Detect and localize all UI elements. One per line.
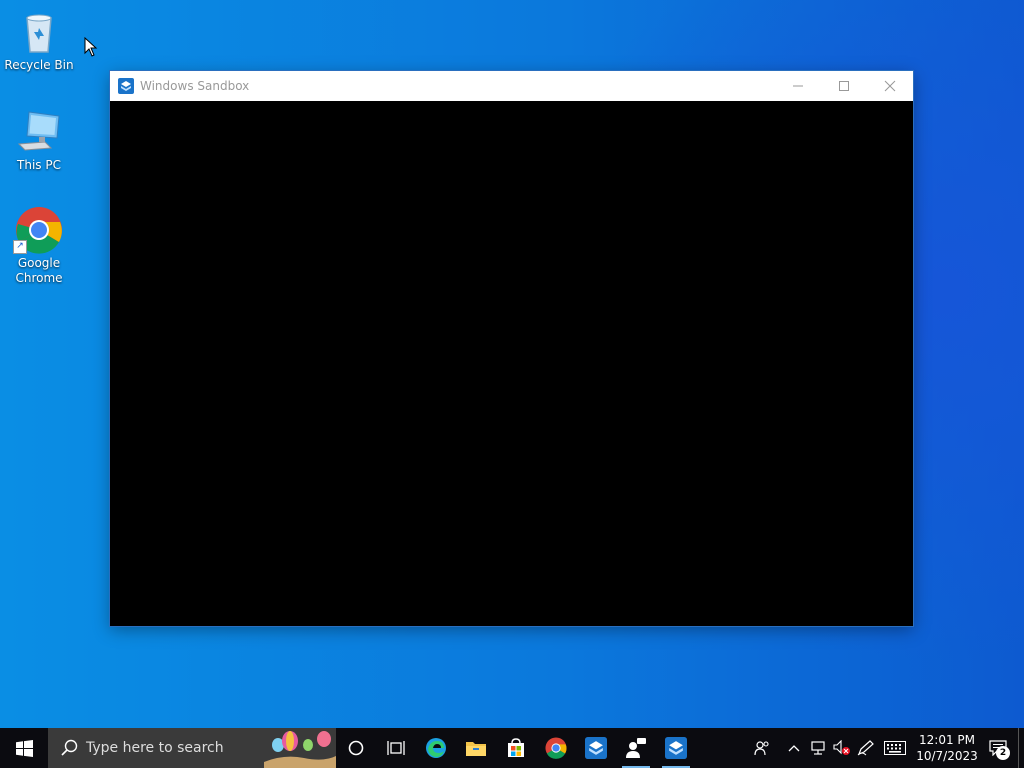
system-tray: 12:01 PM 10/7/2023 2 <box>742 728 1024 768</box>
volume-muted-icon <box>833 740 850 755</box>
maximize-button[interactable] <box>821 71 867 101</box>
cortana-icon <box>348 740 364 756</box>
network-icon <box>811 741 825 755</box>
edge-icon <box>426 738 446 758</box>
feedback-hub-button[interactable] <box>616 728 656 768</box>
minimize-icon <box>793 85 803 87</box>
chrome-icon <box>545 737 567 759</box>
chevron-up-icon <box>788 745 800 752</box>
sandbox-window[interactable]: Windows Sandbox <box>110 71 913 626</box>
chrome-icon: ↗ <box>13 206 63 254</box>
clock-date: 10/7/2023 <box>916 749 978 763</box>
volume-button[interactable] <box>830 728 854 768</box>
google-chrome-label: Google Chrome <box>15 256 63 285</box>
sandbox-icon <box>665 737 687 759</box>
taskbar: Type here to search 12:01 PM 10/7/2023 2 <box>0 728 1024 768</box>
search-placeholder: Type here to search <box>86 740 224 756</box>
folder-icon <box>466 742 486 756</box>
window-title: Windows Sandbox <box>140 79 250 93</box>
sandbox-icon <box>585 737 607 759</box>
task-view-icon <box>387 741 405 755</box>
search-icon <box>61 739 78 756</box>
computer-icon <box>15 108 63 156</box>
close-icon <box>884 80 896 92</box>
start-button[interactable] <box>0 728 48 768</box>
window-titlebar[interactable]: Windows Sandbox <box>110 71 913 101</box>
shortcut-arrow-icon: ↗ <box>13 240 27 254</box>
people-button[interactable] <box>742 728 782 768</box>
recycle-bin-label: Recycle Bin <box>4 58 74 72</box>
network-button[interactable] <box>806 728 830 768</box>
search-box[interactable]: Type here to search <box>48 728 336 768</box>
feedback-hub-icon <box>626 738 646 758</box>
maximize-icon <box>839 81 849 91</box>
chrome-taskbar-button[interactable] <box>536 728 576 768</box>
desktop-icon-recycle-bin[interactable]: Recycle Bin <box>0 8 78 73</box>
close-button[interactable] <box>867 71 913 101</box>
show-hidden-icons-button[interactable] <box>782 728 806 768</box>
sandbox-taskbar-button-1[interactable] <box>576 728 616 768</box>
task-view-button[interactable] <box>376 728 416 768</box>
keyboard-icon <box>884 741 906 755</box>
this-pc-label: This PC <box>17 158 61 172</box>
pen-workspace-button[interactable] <box>854 728 878 768</box>
desktop-icon-this-pc[interactable]: This PC <box>0 108 78 173</box>
search-highlight-balloons-icon <box>264 731 336 768</box>
cortana-button[interactable] <box>336 728 376 768</box>
pen-icon <box>857 740 874 756</box>
clock-time: 12:01 PM <box>919 733 975 747</box>
sandbox-app-icon <box>118 78 134 94</box>
windows-logo-icon <box>15 739 33 757</box>
notification-count-badge: 2 <box>996 746 1010 760</box>
show-desktop-button[interactable] <box>1018 728 1024 768</box>
people-icon <box>754 741 769 756</box>
sandbox-taskbar-button-2[interactable] <box>656 728 696 768</box>
action-center-button[interactable]: 2 <box>978 728 1018 768</box>
minimize-button[interactable] <box>775 71 821 101</box>
edge-button[interactable] <box>416 728 456 768</box>
store-bag-icon <box>508 738 524 757</box>
file-explorer-button[interactable] <box>456 728 496 768</box>
sandbox-content-area[interactable] <box>110 101 913 626</box>
desktop-icon-google-chrome[interactable]: ↗ Google Chrome <box>0 206 78 286</box>
clock[interactable]: 12:01 PM 10/7/2023 <box>916 732 978 764</box>
microsoft-store-button[interactable] <box>496 728 536 768</box>
recycle-bin-icon <box>15 8 63 56</box>
touch-keyboard-button[interactable] <box>878 728 912 768</box>
